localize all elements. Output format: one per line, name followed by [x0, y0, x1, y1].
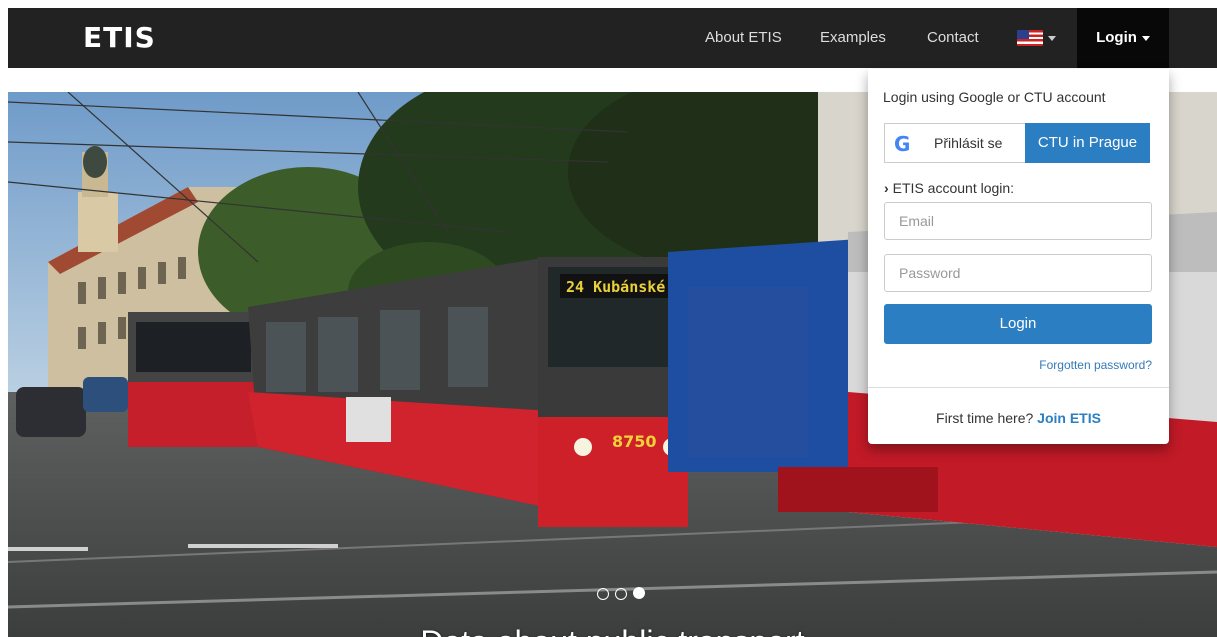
google-icon: G	[894, 132, 911, 156]
nav-examples[interactable]: Examples	[820, 8, 886, 68]
login-options-title: Login using Google or CTU account	[883, 89, 1106, 105]
carousel-dot-1[interactable]	[597, 588, 609, 600]
login-submit-button[interactable]: Login	[884, 304, 1152, 344]
etis-account-login-label: › ETIS account login:	[884, 180, 1014, 196]
dropdown-divider	[868, 387, 1169, 388]
join-prefix: First time here?	[936, 410, 1034, 426]
etis-account-login-text: ETIS account login:	[892, 180, 1015, 196]
login-dropdown-toggle[interactable]: Login	[1077, 8, 1169, 68]
top-navbar: ETIS About ETIS Examples Contact Login	[8, 8, 1217, 68]
nav-contact[interactable]: Contact	[927, 8, 979, 68]
login-toggle-label: Login	[1096, 29, 1137, 46]
etis-logo[interactable]: ETIS	[83, 22, 156, 54]
forgotten-password-link[interactable]: Forgotten password?	[1039, 358, 1152, 372]
chevron-down-icon	[1141, 35, 1150, 41]
ctu-login-button[interactable]: CTU in Prague	[1025, 123, 1150, 163]
language-selector[interactable]	[1017, 30, 1063, 48]
chevron-right-icon: ›	[884, 180, 889, 196]
password-field[interactable]	[884, 254, 1152, 292]
hero-caption: Data about public transport	[8, 624, 1217, 637]
google-login-label: Přihlásit se	[934, 135, 1003, 151]
carousel-dot-3-active[interactable]	[633, 587, 645, 599]
nav-about-etis[interactable]: About ETIS	[705, 8, 782, 68]
us-flag-icon	[1017, 30, 1043, 46]
carousel-dot-2[interactable]	[615, 588, 627, 600]
join-etis-line: First time here? Join ETIS	[868, 410, 1169, 426]
email-field[interactable]	[884, 202, 1152, 240]
chevron-down-icon	[1048, 36, 1056, 41]
join-etis-link[interactable]: Join ETIS	[1037, 410, 1101, 426]
google-login-button[interactable]: G Přihlásit se CTU in Prague	[884, 123, 1150, 163]
login-dropdown-menu: Login using Google or CTU account G Přih…	[868, 69, 1169, 444]
tram-number: 8750	[612, 432, 657, 451]
